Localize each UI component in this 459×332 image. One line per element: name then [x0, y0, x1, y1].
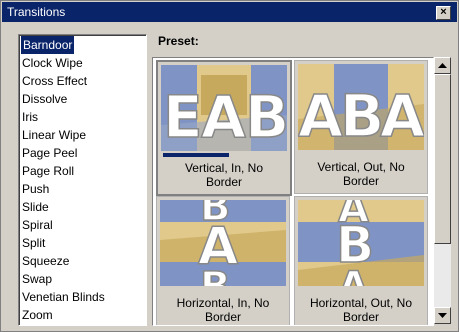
- preset-caption: Horizontal, Out, No Border: [295, 296, 427, 324]
- preset-tile-horizontal-in[interactable]: B A B Horizontal, In, No Border: [156, 196, 290, 325]
- preset-thumbnail: E A B: [161, 65, 287, 151]
- scroll-thumb[interactable]: [434, 74, 451, 244]
- preset-scrollbar[interactable]: [434, 57, 451, 324]
- caption-line: Border: [205, 175, 243, 189]
- list-item[interactable]: Swap: [21, 270, 144, 288]
- close-icon: ×: [440, 6, 447, 18]
- list-item[interactable]: Dissolve: [21, 90, 144, 108]
- preset-caption: Horizontal, In, No Border: [157, 296, 289, 324]
- preset-tile-horizontal-out[interactable]: A B A Horizontal, Out, No Border: [294, 196, 428, 325]
- thumb-letter: A: [338, 264, 369, 286]
- list-item[interactable]: Page Peel: [21, 144, 144, 162]
- caption-line: Border: [204, 310, 242, 324]
- caption-line: Horizontal, Out, No: [309, 296, 413, 310]
- thumb-letter: B: [200, 264, 231, 286]
- caption-line: Vertical, Out, No: [317, 160, 405, 174]
- preset-grid[interactable]: E A B Vertical, In, No Border A B A Vert…: [152, 57, 434, 326]
- close-button[interactable]: ×: [436, 6, 451, 20]
- arrow-up-icon: [438, 62, 447, 68]
- caption-line: Border: [342, 174, 380, 188]
- list-item[interactable]: Clock Wipe: [21, 54, 144, 72]
- thumb-letter: A: [298, 82, 343, 150]
- caption-line: Border: [342, 310, 380, 324]
- thumb-letter: B: [245, 83, 287, 151]
- list-item[interactable]: Spiral: [21, 216, 144, 234]
- preset-thumbnail: A B A: [298, 200, 424, 286]
- caption-line: Vertical, In, No: [184, 161, 264, 175]
- list-item[interactable]: Venetian Blinds: [21, 288, 144, 306]
- window-title: Transitions: [7, 5, 66, 19]
- caption-line: Horizontal, In, No: [176, 296, 270, 310]
- arrow-down-icon: [438, 312, 447, 318]
- preset-label: Preset:: [158, 34, 199, 48]
- preset-thumbnail: B A B: [160, 200, 286, 286]
- list-item[interactable]: Squeeze: [21, 252, 144, 270]
- list-item[interactable]: Split: [21, 234, 144, 252]
- scroll-down-button[interactable]: [434, 307, 451, 324]
- preset-tile-vertical-out[interactable]: A B A Vertical, Out, No Border: [294, 60, 428, 194]
- list-item[interactable]: Cross Effect: [21, 72, 144, 90]
- thumb-letter: E: [163, 83, 203, 151]
- list-item[interactable]: Slide: [21, 198, 144, 216]
- transition-type-list[interactable]: Barndoor Clock Wipe Cross Effect Dissolv…: [18, 34, 147, 326]
- thumb-letter: A: [201, 83, 246, 151]
- list-item[interactable]: Page Roll: [21, 162, 144, 180]
- list-item[interactable]: Zoom: [21, 306, 144, 324]
- list-item[interactable]: Iris: [21, 108, 144, 126]
- preset-tile-vertical-in[interactable]: E A B Vertical, In, No Border: [156, 60, 292, 196]
- thumb-letter: A: [380, 82, 424, 150]
- scroll-up-button[interactable]: [434, 57, 451, 74]
- preview-progress: [163, 153, 229, 157]
- preset-thumbnail: A B A: [298, 64, 424, 150]
- list-item[interactable]: Barndoor: [21, 36, 75, 54]
- list-item[interactable]: Push: [21, 180, 144, 198]
- list-item[interactable]: Linear Wipe: [21, 126, 144, 144]
- preset-caption: Vertical, In, No Border: [158, 161, 290, 189]
- thumb-letter: B: [340, 82, 384, 150]
- preset-caption: Vertical, Out, No Border: [295, 160, 427, 188]
- title-bar[interactable]: Transitions ×: [2, 2, 457, 22]
